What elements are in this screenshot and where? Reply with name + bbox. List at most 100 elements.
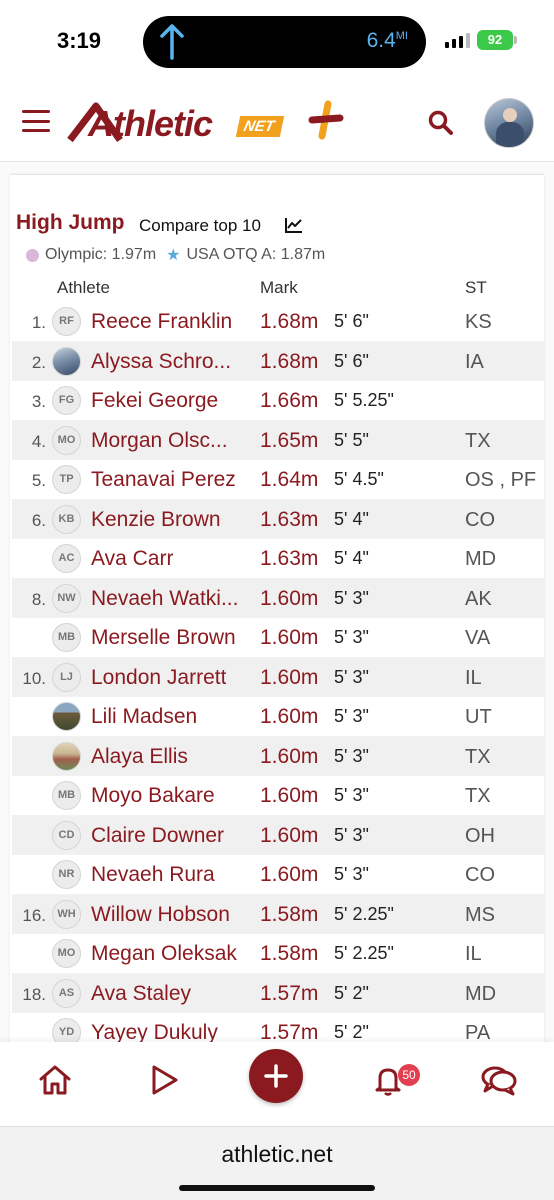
athlete-name-link[interactable]: Nevaeh Watki... xyxy=(91,587,238,611)
table-row[interactable]: YD Yayey Dukuly 1.57m 5' 2" PA xyxy=(12,1013,544,1042)
play-icon[interactable] xyxy=(150,1064,180,1096)
mark-link[interactable]: 1.68m xyxy=(260,350,318,374)
mark-link[interactable]: 1.58m xyxy=(260,942,318,966)
table-row[interactable]: NR Nevaeh Rura 1.60m 5' 3" CO xyxy=(12,855,544,895)
table-row[interactable]: AC Ava Carr 1.63m 5' 4" MD xyxy=(12,539,544,579)
athlete-name-link[interactable]: Ava Staley xyxy=(91,982,191,1006)
athlete-name-link[interactable]: Alyssa Schro... xyxy=(91,350,231,374)
athlete-avatar[interactable]: MO xyxy=(52,939,81,968)
mark-link[interactable]: 1.66m xyxy=(260,389,318,413)
url-text[interactable]: athletic.net xyxy=(0,1141,554,1168)
table-row[interactable]: 8. NW Nevaeh Watki... 1.60m 5' 3" AK xyxy=(12,578,544,618)
mark-link[interactable]: 1.64m xyxy=(260,468,318,492)
table-row[interactable]: LM Lili Madsen 1.60m 5' 3" UT xyxy=(12,697,544,737)
table-row[interactable]: AE Alaya Ellis 1.60m 5' 3" TX xyxy=(12,736,544,776)
athletic-net-logo[interactable]: Athletic NET xyxy=(66,98,346,148)
athlete-name-link[interactable]: Willow Hobson xyxy=(91,903,230,927)
table-row[interactable]: 4. MO Morgan Olsc... 1.65m 5' 5" TX xyxy=(12,420,544,460)
mark-link[interactable]: 1.58m xyxy=(260,903,318,927)
table-row[interactable]: 16. WH Willow Hobson 1.58m 5' 2.25" MS xyxy=(12,894,544,934)
table-row[interactable]: 18. AS Ava Staley 1.57m 5' 2" MD xyxy=(12,973,544,1013)
search-icon[interactable] xyxy=(428,110,454,136)
athlete-name-link[interactable]: Yayey Dukuly xyxy=(91,1021,218,1042)
profile-avatar[interactable] xyxy=(484,98,534,148)
athlete-name-link[interactable]: Teanavai Perez xyxy=(91,468,236,492)
home-icon[interactable] xyxy=(38,1064,72,1096)
chat-icon[interactable] xyxy=(480,1064,518,1096)
table-row[interactable]: MB Merselle Brown 1.60m 5' 3" VA xyxy=(12,618,544,658)
athlete-avatar[interactable]: AC xyxy=(52,544,81,573)
athlete-name-link[interactable]: Alaya Ellis xyxy=(91,745,188,769)
athlete-avatar[interactable]: MO xyxy=(52,425,81,455)
table-row[interactable]: 10. LJ London Jarrett 1.60m 5' 3" IL xyxy=(12,657,544,697)
athlete-avatar[interactable]: AS xyxy=(52,978,81,1008)
event-title[interactable]: High Jump xyxy=(16,211,125,235)
athlete-avatar[interactable]: LM xyxy=(52,702,81,731)
athlete-name-link[interactable]: London Jarrett xyxy=(91,666,226,690)
mark-link[interactable]: 1.65m xyxy=(260,429,318,453)
athlete-avatar[interactable]: NR xyxy=(52,860,81,889)
athlete-avatar[interactable]: AE xyxy=(52,741,81,771)
athlete-name-link[interactable]: Fekei George xyxy=(91,389,218,413)
mark-link[interactable]: 1.60m xyxy=(260,626,318,650)
dynamic-island[interactable]: 6.4MI xyxy=(143,16,426,68)
table-row[interactable]: 3. FG Fekei George 1.66m 5' 5.25" xyxy=(12,381,544,421)
athlete-name-link[interactable]: Morgan Olsc... xyxy=(91,429,228,453)
mark-imperial: 5' 4.5" xyxy=(334,469,384,489)
table-row[interactable]: CD Claire Downer 1.60m 5' 3" OH xyxy=(12,815,544,855)
mark-link[interactable]: 1.60m xyxy=(260,705,318,729)
table-row[interactable]: 2. AS Alyssa Schro... 1.68m 5' 6" IA xyxy=(12,341,544,381)
athlete-state: AK xyxy=(465,587,492,610)
athlete-column-header[interactable]: Athlete xyxy=(57,278,110,298)
athlete-name-link[interactable]: Lili Madsen xyxy=(91,705,197,729)
athlete-avatar[interactable]: MB xyxy=(52,623,81,652)
home-indicator[interactable] xyxy=(179,1185,375,1191)
mark-imperial: 5' 4" xyxy=(334,508,369,529)
mark-link[interactable]: 1.63m xyxy=(260,547,318,571)
state-column-header[interactable]: ST xyxy=(465,278,487,298)
athlete-avatar[interactable]: NW xyxy=(52,583,81,613)
menu-icon[interactable] xyxy=(22,110,50,132)
compare-top-10-link[interactable]: Compare top 10 xyxy=(139,216,261,236)
athlete-avatar[interactable]: RF xyxy=(52,307,81,336)
mark-link[interactable]: 1.63m xyxy=(260,508,318,532)
athlete-name-link[interactable]: Ava Carr xyxy=(91,547,173,571)
athlete-avatar[interactable]: LJ xyxy=(52,662,81,692)
athlete-avatar[interactable]: KB xyxy=(52,504,81,534)
mark-link[interactable]: 1.68m xyxy=(260,310,318,334)
athlete-name-link[interactable]: Claire Downer xyxy=(91,824,224,848)
table-row[interactable]: MB Moyo Bakare 1.60m 5' 3" TX xyxy=(12,776,544,816)
chart-icon[interactable] xyxy=(284,216,304,234)
athlete-name-link[interactable]: Merselle Brown xyxy=(91,626,236,650)
mark-link[interactable]: 1.60m xyxy=(260,784,318,808)
athlete-name-link[interactable]: Kenzie Brown xyxy=(91,508,221,532)
table-row[interactable]: 5. TP Teanavai Perez 1.64m 5' 4.5" OS , PF xyxy=(12,460,544,500)
table-row[interactable]: MO Megan Oleksak 1.58m 5' 2.25" IL xyxy=(12,934,544,974)
table-row[interactable]: 6. KB Kenzie Brown 1.63m 5' 4" CO xyxy=(12,499,544,539)
mark-link[interactable]: 1.60m xyxy=(260,824,318,848)
athlete-avatar[interactable]: WH xyxy=(52,899,81,929)
mark-link[interactable]: 1.60m xyxy=(260,863,318,887)
athlete-avatar[interactable]: MB xyxy=(52,781,81,810)
athlete-avatar[interactable]: FG xyxy=(52,386,81,415)
athlete-name-link[interactable]: Moyo Bakare xyxy=(91,784,215,808)
add-button[interactable] xyxy=(249,1049,303,1103)
mark-link[interactable]: 1.60m xyxy=(260,587,318,611)
mark-link[interactable]: 1.60m xyxy=(260,745,318,769)
logo-text: Athletic xyxy=(88,103,213,144)
athlete-name-link[interactable]: Megan Oleksak xyxy=(91,942,237,966)
athlete-avatar[interactable]: AS xyxy=(52,346,81,376)
mark-link[interactable]: 1.57m xyxy=(260,1021,318,1042)
mark-column-header[interactable]: Mark xyxy=(260,278,298,298)
browser-url-bar[interactable]: athletic.net xyxy=(0,1126,554,1200)
athlete-avatar[interactable]: YD xyxy=(52,1018,81,1042)
mark-link[interactable]: 1.60m xyxy=(260,666,318,690)
main-content[interactable]: High Jump Compare top 10 Olympic: 1.97m … xyxy=(0,162,554,1042)
mark-link[interactable]: 1.57m xyxy=(260,982,318,1006)
row-rank: 6. xyxy=(31,510,46,530)
athlete-name-link[interactable]: Reece Franklin xyxy=(91,310,232,334)
table-row[interactable]: 1. RF Reece Franklin 1.68m 5' 6" KS xyxy=(12,302,544,342)
athlete-avatar[interactable]: CD xyxy=(52,820,81,850)
athlete-name-link[interactable]: Nevaeh Rura xyxy=(91,863,215,887)
athlete-avatar[interactable]: TP xyxy=(52,465,81,494)
